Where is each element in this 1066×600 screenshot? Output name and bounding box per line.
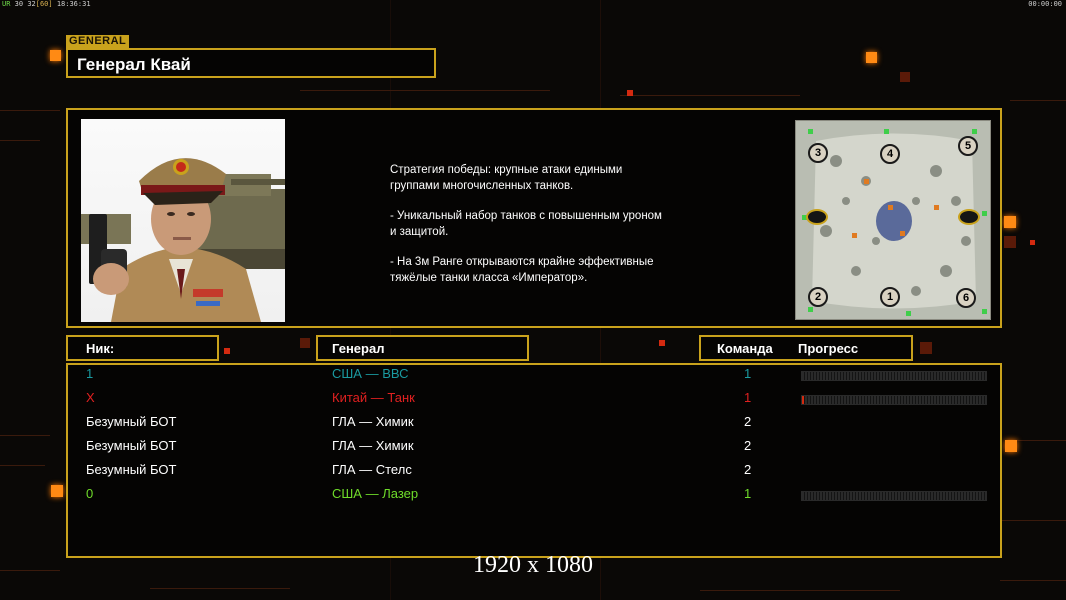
player-row[interactable]: 1 США — ВВС 1 (68, 366, 1000, 388)
player-general: ГЛА — Стелс (332, 462, 412, 477)
player-team: 2 (744, 438, 752, 453)
header-team-progress-box: Команда Прогресс (699, 335, 913, 361)
header-nick-box: Ник: (66, 335, 219, 361)
general-portrait-image (81, 158, 285, 322)
minimap[interactable]: 3 4 5 2 1 6 (795, 120, 991, 320)
general-title-box: Генерал Квай (66, 48, 436, 78)
system-clock: 18:36:31 (56, 0, 91, 8)
player-progress-bar (801, 491, 987, 501)
spawn-slot-empty-left[interactable] (806, 209, 828, 225)
player-general: США — ВВС (332, 366, 409, 381)
spawn-slot-1[interactable]: 1 (880, 287, 900, 307)
player-team: 1 (744, 366, 752, 381)
player-row[interactable]: 0 США — Лазер 1 (68, 486, 1000, 508)
player-general: Китай — Танк (332, 390, 415, 405)
general-description: Стратегия победы: крупные атаки едиными … (390, 163, 720, 301)
game-timer: 00:00:00 (1028, 0, 1062, 8)
spawn-slot-5[interactable]: 5 (958, 136, 978, 156)
spawn-slot-4[interactable]: 4 (880, 144, 900, 164)
description-rank-three: - На 3м Ранге открываются крайне эффекти… (390, 256, 654, 284)
player-team: 2 (744, 414, 752, 429)
players-list: 1 США — ВВС 1 X Китай — Танк 1 Безумный БОТ ГЛА… (66, 363, 1002, 558)
resolution-label: 1920 x 1080 (473, 552, 593, 578)
header-general-box: Генерал (316, 335, 529, 361)
description-unique-tanks: - Уникальный набор танков с повышенным у… (390, 210, 662, 238)
player-row[interactable]: Безумный БОТ ГЛА — Химик 2 (68, 414, 1000, 436)
player-progress-bar (801, 395, 987, 405)
player-row[interactable]: Безумный БОТ ГЛА — Стелс 2 (68, 462, 1000, 484)
fps-counter: UR 30 32[60] 18:36:31 (2, 0, 91, 8)
fps-value-a: 30 (14, 0, 24, 8)
player-team: 1 (744, 486, 752, 501)
player-nick: X (86, 390, 95, 405)
general-tag: GENERAL (66, 35, 130, 48)
player-nick: Безумный БОТ (86, 462, 177, 477)
header-nick: Ник: (86, 341, 115, 356)
player-progress-bar (801, 371, 987, 381)
general-name: Генерал Квай (77, 55, 191, 74)
spawn-slot-3[interactable]: 3 (808, 143, 828, 163)
player-team: 1 (744, 390, 752, 405)
fps-value-b: 32 (27, 0, 36, 8)
player-general: ГЛА — Химик (332, 414, 414, 429)
spawn-slot-6[interactable]: 6 (956, 288, 976, 308)
player-progress-fill (802, 396, 804, 404)
spawn-slot-empty-right[interactable] (958, 209, 980, 225)
player-general: ГЛА — Химик (332, 438, 414, 453)
description-strategy: Стратегия победы: крупные атаки едиными … (390, 164, 623, 192)
player-nick: Безумный БОТ (86, 414, 177, 429)
general-info-panel: Стратегия победы: крупные атаки едиными … (66, 108, 1002, 328)
player-nick: Безумный БОТ (86, 438, 177, 453)
player-general: США — Лазер (332, 486, 419, 501)
general-portrait (81, 119, 285, 322)
fps-prefix: UR (2, 0, 11, 8)
header-general: Генерал (332, 341, 385, 356)
player-team: 2 (744, 462, 752, 477)
player-nick: 1 (86, 366, 94, 381)
header-progress: Прогресс (798, 341, 859, 356)
spawn-slot-2[interactable]: 2 (808, 287, 828, 307)
fps-value-c: [60] (35, 0, 53, 8)
header-team: Команда (717, 341, 773, 356)
player-row[interactable]: X Китай — Танк 1 (68, 390, 1000, 412)
player-row[interactable]: Безумный БОТ ГЛА — Химик 2 (68, 438, 1000, 460)
player-nick: 0 (86, 486, 94, 501)
